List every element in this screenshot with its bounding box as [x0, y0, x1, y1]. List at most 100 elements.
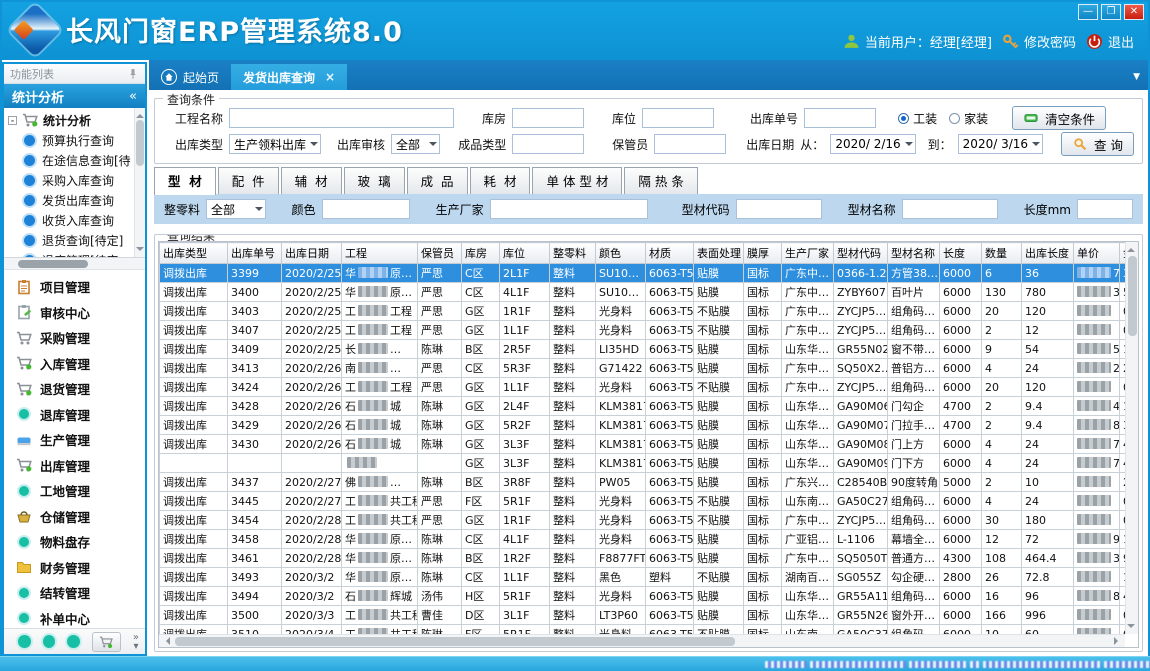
- module-cart-button[interactable]: [92, 632, 121, 652]
- scroll-down-icon[interactable]: [1127, 624, 1135, 632]
- material-tab-2[interactable]: 配 件: [218, 167, 279, 194]
- change-password-button[interactable]: 修改密码: [1002, 32, 1076, 51]
- table-row[interactable]: 调拨出库34032020/2/25工工程严思G区1R1F整料光身料6063-T5…: [160, 302, 1126, 321]
- tab-list-dropdown-icon[interactable]: ▼: [1133, 72, 1140, 82]
- table-row[interactable]: 调拨出库35002020/3/3工共工程曹佳D区3L1F整料LT3P606063…: [160, 606, 1126, 625]
- column-header-出库长度[interactable]: 出库长度: [1022, 243, 1074, 264]
- tab-home[interactable]: 起始页: [149, 64, 231, 90]
- warehouse-input[interactable]: [512, 108, 584, 128]
- table-row[interactable]: 调拨出库34942020/3/2石辉城汤伟H区5R1F整料光身料6063-T5贴…: [160, 587, 1126, 606]
- table-row[interactable]: G区3L3F整料KLM38176063-T5贴膜国标山东华…GA90M09…门下…: [160, 454, 1126, 473]
- material-tab-3[interactable]: 辅 材: [281, 167, 342, 194]
- module-dot-icon[interactable]: [18, 635, 31, 648]
- sidebar-item-退库管理[interactable]: 退库管理: [4, 402, 145, 428]
- column-header-整零料[interactable]: 整零料: [550, 243, 596, 264]
- sidebar-item-出库管理[interactable]: 出库管理: [4, 453, 145, 479]
- maker-input[interactable]: [490, 199, 648, 219]
- minimize-button[interactable]: —: [1078, 4, 1098, 20]
- scroll-left-icon[interactable]: [162, 637, 170, 645]
- collapse-icon[interactable]: «: [129, 89, 137, 104]
- date-to-picker[interactable]: 2020/ 3/16: [958, 134, 1043, 154]
- column-header-出库单号[interactable]: 出库单号: [228, 243, 282, 264]
- column-header-生产厂家[interactable]: 生产厂家: [782, 243, 834, 264]
- material-tab-8[interactable]: 隔 热 条: [624, 167, 697, 194]
- sidebar-item-结转管理[interactable]: 结转管理: [4, 580, 145, 606]
- sidebar-item-仓储管理[interactable]: 仓储管理: [4, 504, 145, 530]
- date-from-picker[interactable]: 2020/ 2/16: [830, 134, 915, 154]
- keeper-input[interactable]: [654, 134, 726, 154]
- material-tab-5[interactable]: 成 品: [407, 167, 468, 194]
- sidebar-item-物料盘存[interactable]: 物料盘存: [4, 529, 145, 555]
- table-row[interactable]: 调拨出库34612020/2/28华原…陈琳B区1R2F整料F8877FT606…: [160, 549, 1126, 568]
- clear-conditions-button[interactable]: 清空条件: [1012, 106, 1106, 130]
- column-header-表面处理[interactable]: 表面处理: [694, 243, 744, 264]
- scroll-right-icon[interactable]: [1114, 637, 1122, 645]
- scroll-up-icon[interactable]: [1127, 244, 1135, 252]
- tree-item[interactable]: 收货入库查询: [8, 210, 145, 230]
- table-row[interactable]: 调拨出库34542020/2/28工共工程严思G区1R1F整料光身料6063-T…: [160, 511, 1126, 530]
- table-vertical-scrollbar[interactable]: [1125, 242, 1138, 634]
- table-row[interactable]: 调拨出库35102020/3/4工共工程陈琳F区5R1F整料光身料6063-T5…: [160, 625, 1126, 635]
- maximize-button[interactable]: ❐: [1101, 4, 1121, 20]
- tree-item[interactable]: 退库管理[待定: [8, 250, 145, 258]
- tab-close-icon[interactable]: ×: [325, 70, 335, 84]
- tree-hscroll-thumb[interactable]: [18, 260, 88, 268]
- table-row[interactable]: 调拨出库34002020/2/25华原…严思C区4L1F整料SU10…6063-…: [160, 283, 1126, 302]
- column-header-长度[interactable]: 长度: [940, 243, 982, 264]
- material-tab-4[interactable]: 玻 璃: [344, 167, 405, 194]
- table-row[interactable]: 调拨出库34072020/2/25工工程严思G区1L1F整料光身料6063-T5…: [160, 321, 1126, 340]
- tree-item[interactable]: 在途信息查询[待: [8, 150, 145, 170]
- project-name-input[interactable]: [229, 108, 454, 128]
- table-row[interactable]: 调拨出库34932020/3/2华原…陈琳C区1L1F整料黑色塑料不贴膜国标湖南…: [160, 568, 1126, 587]
- tree-item[interactable]: 退货查询[待定]: [8, 230, 145, 250]
- tree-vertical-scrollbar[interactable]: [134, 108, 145, 257]
- material-tab-6[interactable]: 耗 材: [470, 167, 531, 194]
- profile-code-input[interactable]: [736, 199, 822, 219]
- column-header-出库日期[interactable]: 出库日期: [282, 243, 342, 264]
- table-row[interactable]: 调拨出库34582020/2/28华原…陈琳C区4L1F整料光身料6063-T5…: [160, 530, 1126, 549]
- tree-scroll-thumb[interactable]: [136, 120, 144, 166]
- sidebar-item-财务管理[interactable]: 财务管理: [4, 555, 145, 581]
- column-header-数量[interactable]: 数量: [982, 243, 1022, 264]
- column-header-型材名称[interactable]: 型材名称: [888, 243, 940, 264]
- column-header-库位[interactable]: 库位: [500, 243, 550, 264]
- column-header-材质[interactable]: 材质: [646, 243, 694, 264]
- radio-gongzhuang[interactable]: [898, 113, 909, 124]
- logout-button[interactable]: 退出: [1086, 32, 1134, 51]
- tree-item[interactable]: 发货出库查询: [8, 190, 145, 210]
- out-audit-combo[interactable]: 全部: [391, 134, 440, 154]
- table-row[interactable]: 调拨出库34132020/2/26南…严思C区5R3F整料G714226063-…: [160, 359, 1126, 378]
- out-type-combo[interactable]: 生产领料出库: [229, 134, 321, 154]
- table-row[interactable]: 调拨出库34302020/2/26石城陈琳G区3L3F整料KLM38176063…: [160, 435, 1126, 454]
- profile-name-input[interactable]: [902, 199, 998, 219]
- module-dot-icon[interactable]: [67, 635, 80, 648]
- table-row[interactable]: 调拨出库34092020/2/25长…陈琳B区2R5F整料LI35HD6063-…: [160, 340, 1126, 359]
- sidebar-section-header[interactable]: 统计分析 «: [4, 84, 145, 108]
- column-header-膜厚[interactable]: 膜厚: [744, 243, 782, 264]
- scroll-up-icon[interactable]: [136, 110, 144, 118]
- table-row[interactable]: 调拨出库34452020/2/27工共工程严思F区5R1F整料光身料6063-T…: [160, 492, 1126, 511]
- radio-jiazhuang[interactable]: [949, 113, 960, 124]
- scroll-down-icon[interactable]: [136, 247, 144, 255]
- table-row[interactable]: 调拨出库33992020/2/25华原…严思C区2L1F整料SU10…6063-…: [160, 264, 1126, 283]
- whole-part-combo[interactable]: 全部: [206, 199, 266, 219]
- order-no-input[interactable]: [804, 108, 876, 128]
- column-header-出库类型[interactable]: 出库类型: [160, 243, 228, 264]
- sidebar-item-项目管理[interactable]: 项目管理: [4, 274, 145, 300]
- vscroll-thumb[interactable]: [1128, 256, 1137, 336]
- sidebar-item-入库管理[interactable]: 入库管理: [4, 351, 145, 377]
- sidebar-item-生产管理[interactable]: 生产管理: [4, 427, 145, 453]
- color-input[interactable]: [322, 199, 410, 219]
- tab-shipping-out-query[interactable]: 发货出库查询 ×: [231, 64, 347, 90]
- tree-item[interactable]: 预算执行查询: [8, 130, 145, 150]
- column-header-库房[interactable]: 库房: [462, 243, 500, 264]
- tree-item[interactable]: 采购入库查询: [8, 170, 145, 190]
- more-modules-button[interactable]: »▾: [133, 633, 139, 651]
- tree-expander-icon[interactable]: -: [8, 116, 17, 125]
- pin-icon[interactable]: [127, 68, 139, 80]
- column-header-单价[interactable]: 单价: [1074, 243, 1120, 264]
- sidebar-item-采购管理[interactable]: 采购管理: [4, 325, 145, 351]
- material-tab-7[interactable]: 单 体 型 材: [532, 167, 622, 194]
- table-row[interactable]: 调拨出库34372020/2/27佛…陈琳B区3R8F整料PW056063-T5…: [160, 473, 1126, 492]
- sidebar-item-退货管理[interactable]: 退货管理: [4, 376, 145, 402]
